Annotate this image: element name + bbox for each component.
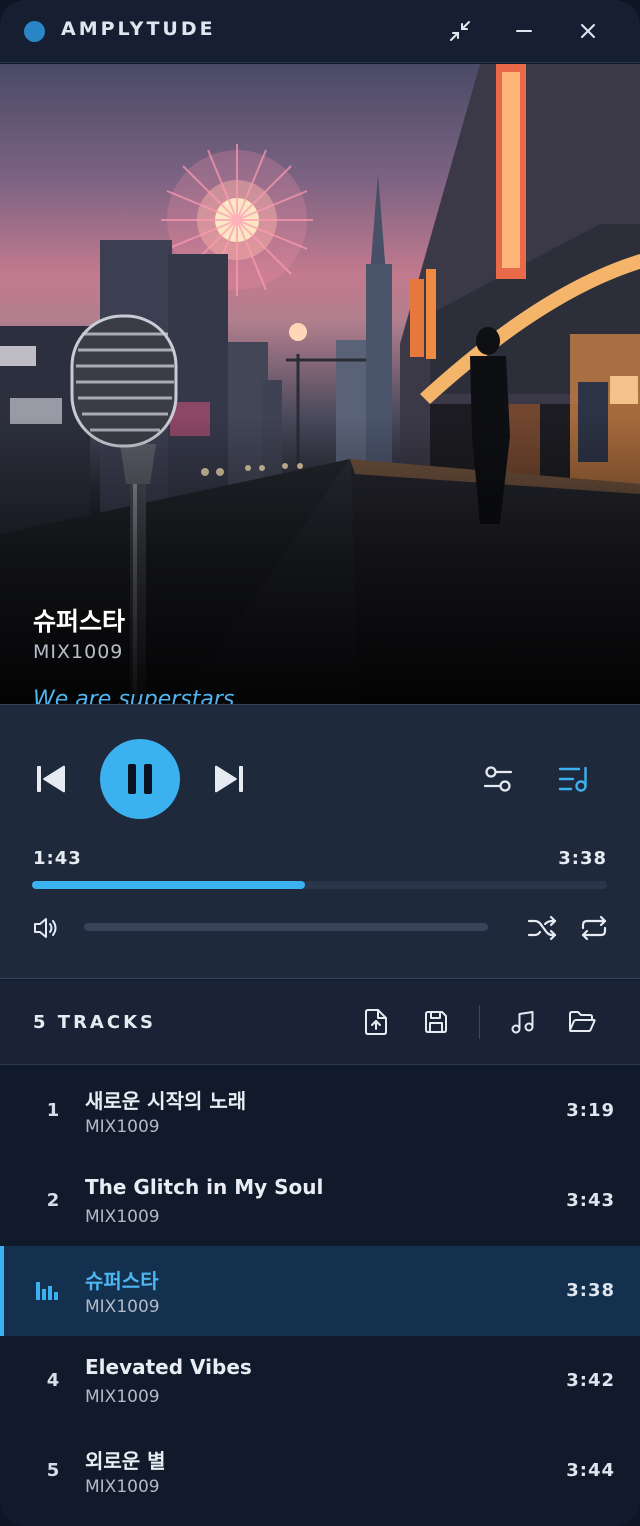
repeat-icon <box>581 915 607 941</box>
pause-button[interactable] <box>100 739 180 819</box>
app-logo <box>24 21 45 42</box>
track-artist: MIX1009 <box>85 1117 160 1137</box>
track-title: 슈퍼스타 <box>85 1269 159 1293</box>
seek-bar-progress <box>32 881 306 889</box>
compress-button[interactable] <box>446 17 474 45</box>
now-playing-equalizer-icon <box>36 1282 58 1300</box>
minimize-icon <box>516 30 532 32</box>
now-playing-lyric: We are superstars <box>33 687 235 704</box>
save-playlist-button[interactable] <box>420 1006 452 1038</box>
track-count: 5 TRACKS <box>33 1012 156 1033</box>
open-folder-icon <box>569 1011 596 1032</box>
track-title: 새로운 시작의 노래 <box>85 1089 247 1113</box>
track-list: 1 새로운 시작의 노래 MIX1009 3:19 2 The Glitch i… <box>0 1066 640 1516</box>
track-title: 외로운 별 <box>85 1449 166 1473</box>
track-row[interactable]: 4 Elevated Vibes MIX1009 3:42 <box>0 1336 640 1426</box>
add-music-button[interactable] <box>506 1006 538 1038</box>
player-controls: 1:43 3:38 <box>0 704 640 979</box>
volume-button[interactable] <box>28 913 64 943</box>
now-playing-title: 슈퍼스타 <box>33 607 126 636</box>
minimize-button[interactable] <box>510 17 538 45</box>
track-row[interactable]: 1 새로운 시작의 노래 MIX1009 3:19 <box>0 1066 640 1156</box>
elapsed-time: 1:43 <box>33 848 82 869</box>
track-number: 5 <box>46 1460 60 1481</box>
playlist-button[interactable] <box>553 761 595 797</box>
track-artist: MIX1009 <box>85 1387 160 1407</box>
playlist-icon <box>558 766 587 792</box>
track-row-active[interactable]: 슈퍼스타 MIX1009 3:38 <box>0 1246 640 1336</box>
track-artist: MIX1009 <box>85 1207 160 1227</box>
track-number: 2 <box>46 1190 60 1211</box>
add-music-icon <box>511 1011 534 1034</box>
open-folder-button[interactable] <box>566 1006 598 1038</box>
shuffle-button[interactable] <box>524 911 560 945</box>
close-icon <box>581 24 595 38</box>
track-duration: 3:44 <box>566 1460 615 1481</box>
album-art: 슈퍼스타 MIX1009 We are superstars <box>0 64 640 704</box>
track-artist: MIX1009 <box>85 1477 160 1497</box>
track-duration: 3:19 <box>566 1100 615 1121</box>
save-icon <box>425 1011 447 1033</box>
shuffle-icon <box>527 915 557 941</box>
app-title: AMPLYTUDE <box>61 18 216 40</box>
track-number: 1 <box>46 1100 60 1121</box>
export-playlist-button[interactable] <box>360 1006 392 1038</box>
equalizer-settings-icon <box>483 766 513 792</box>
track-duration: 3:38 <box>566 1280 615 1301</box>
now-playing-artist: MIX1009 <box>33 641 124 663</box>
track-row[interactable]: 2 The Glitch in My Soul MIX1009 3:43 <box>0 1156 640 1246</box>
previous-button[interactable] <box>30 759 70 799</box>
skip-previous-icon <box>37 765 65 793</box>
compress-icon <box>450 21 470 41</box>
volume-slider[interactable] <box>84 923 488 931</box>
music-player-window: AMPLYTUDE 슈퍼스타 MIX1009 We are superstars… <box>0 0 640 1526</box>
pause-icon <box>128 764 152 794</box>
title-bar[interactable]: AMPLYTUDE <box>0 0 640 63</box>
export-icon <box>365 1009 387 1035</box>
volume-icon <box>34 918 57 938</box>
track-title: The Glitch in My Soul <box>85 1175 324 1199</box>
track-number: 4 <box>46 1370 60 1391</box>
skip-next-icon <box>215 765 243 793</box>
header-divider <box>479 1005 480 1039</box>
track-duration: 3:43 <box>566 1190 615 1211</box>
seek-bar[interactable] <box>32 881 607 889</box>
total-duration: 3:38 <box>558 848 607 869</box>
track-duration: 3:42 <box>566 1370 615 1391</box>
equalizer-settings-button[interactable] <box>478 761 518 797</box>
next-button[interactable] <box>210 759 250 799</box>
playlist-header: 5 TRACKS <box>0 980 640 1065</box>
track-artist: MIX1009 <box>85 1297 160 1317</box>
track-title: Elevated Vibes <box>85 1355 252 1379</box>
track-row[interactable]: 5 외로운 별 MIX1009 3:44 <box>0 1426 640 1516</box>
close-button[interactable] <box>574 17 602 45</box>
repeat-button[interactable] <box>576 911 612 945</box>
